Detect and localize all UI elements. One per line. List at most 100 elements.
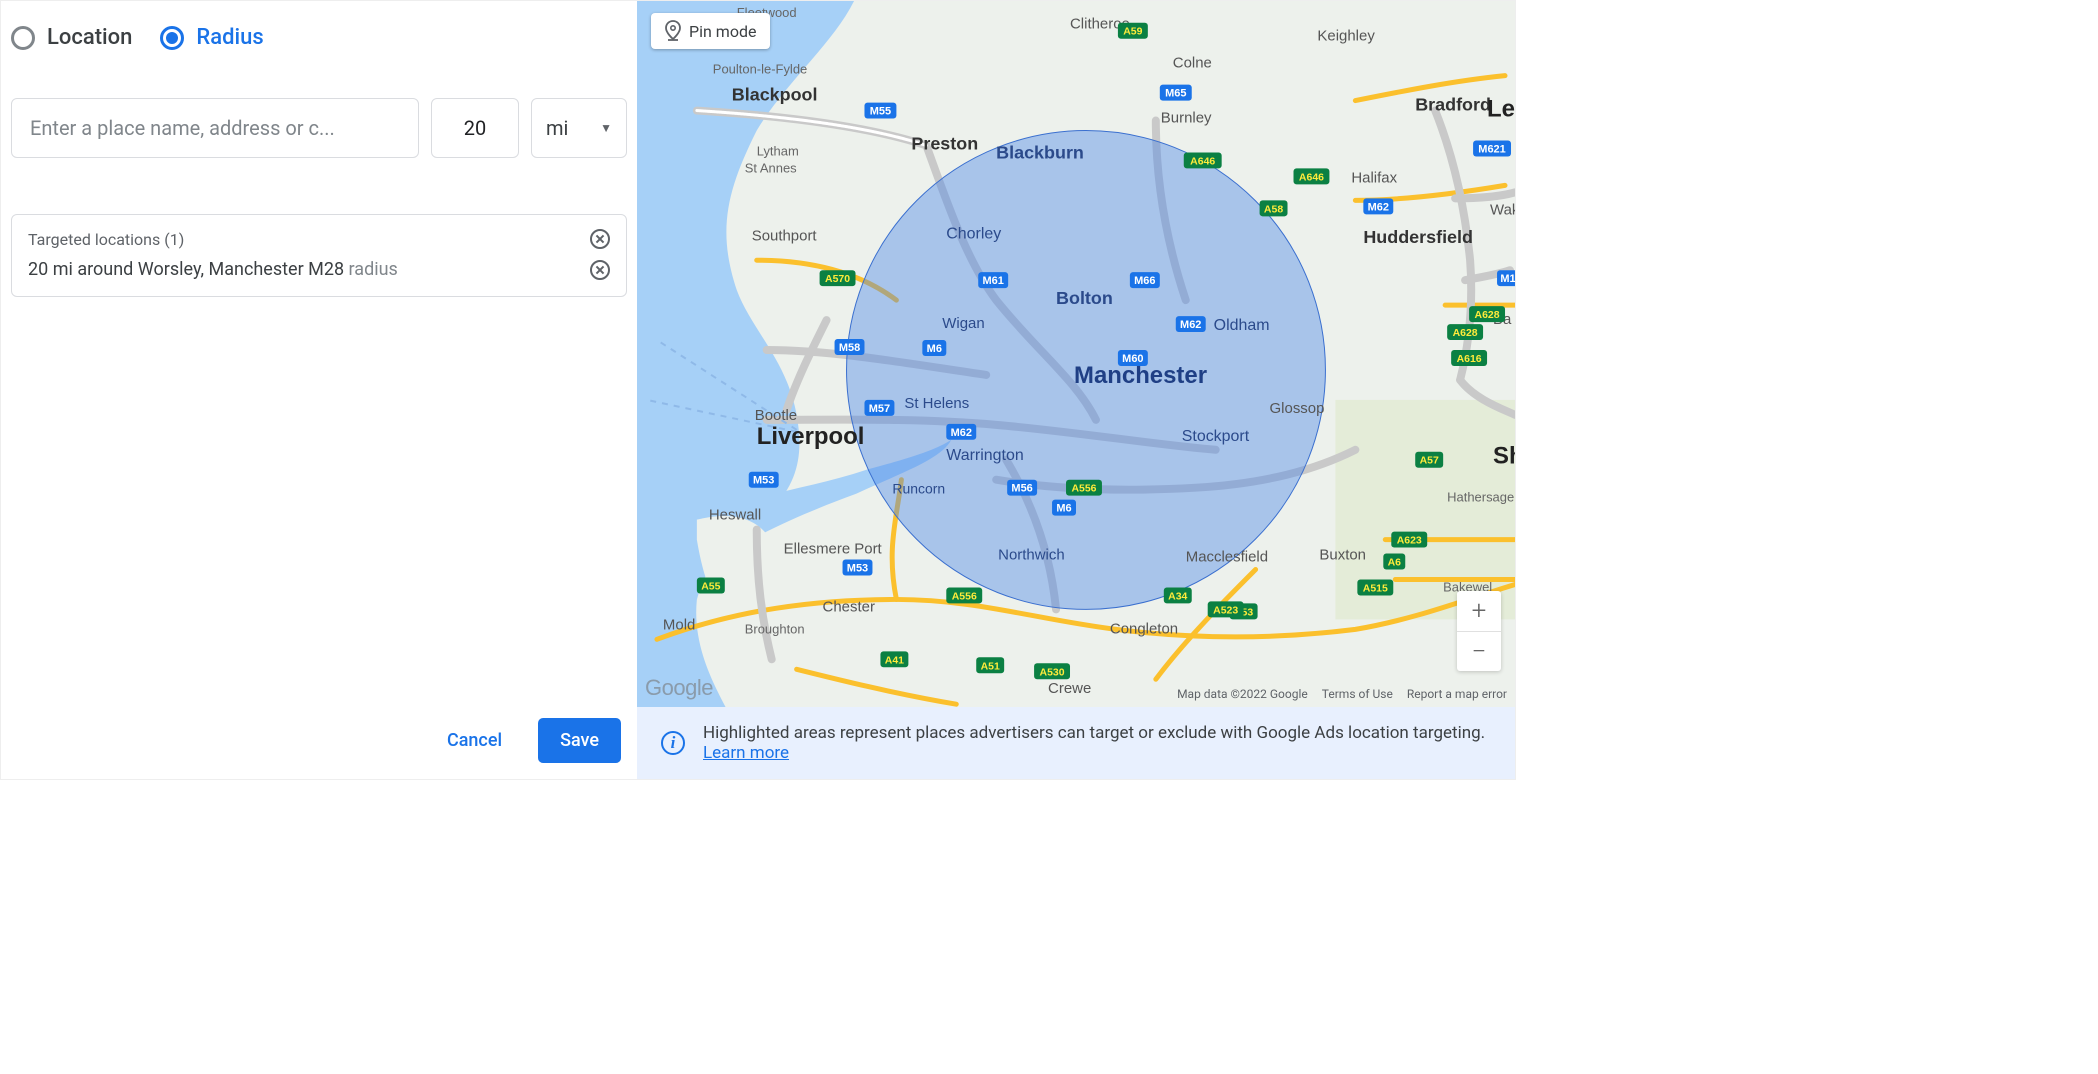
svg-text:M65: M65 — [1165, 88, 1186, 100]
map-attribution: Map data ©2022 Google Terms of Use Repor… — [1177, 687, 1507, 701]
svg-text:Buxton: Buxton — [1319, 547, 1366, 564]
svg-text:St Helens: St Helens — [904, 395, 969, 412]
svg-text:Blackburn: Blackburn — [996, 142, 1084, 162]
clear-all-icon[interactable] — [590, 229, 610, 249]
zoom-out-button[interactable]: − — [1457, 631, 1501, 671]
tab-location[interactable]: Location — [11, 25, 132, 50]
svg-text:Congleton: Congleton — [1110, 620, 1178, 637]
svg-text:Broughton: Broughton — [745, 621, 805, 636]
svg-text:Warrington: Warrington — [946, 447, 1023, 464]
svg-text:A616: A616 — [1457, 354, 1482, 365]
svg-text:Manchester: Manchester — [1074, 362, 1207, 389]
svg-text:Sh: Sh — [1493, 443, 1515, 470]
targeted-item-row: 20 mi around Worsley, Manchester M28 rad… — [28, 259, 610, 280]
svg-text:Crewe: Crewe — [1048, 680, 1091, 697]
map-data-label: Map data ©2022 Google — [1177, 687, 1308, 701]
svg-text:M62: M62 — [1180, 319, 1201, 331]
report-link[interactable]: Report a map error — [1407, 687, 1507, 701]
svg-text:A51: A51 — [981, 661, 1000, 672]
svg-text:Chester: Chester — [823, 598, 875, 615]
place-input[interactable]: Enter a place name, address or c... — [11, 98, 419, 158]
radius-value-input[interactable]: 20 — [431, 98, 519, 158]
svg-text:Colne: Colne — [1173, 55, 1212, 72]
svg-text:M62: M62 — [951, 427, 972, 439]
pin-mode-label: Pin mode — [689, 22, 756, 41]
svg-text:Oldham: Oldham — [1214, 317, 1270, 334]
svg-text:Runcorn: Runcorn — [892, 481, 945, 497]
svg-text:Burnley: Burnley — [1161, 110, 1212, 127]
pin-mode-button[interactable]: Pin mode — [651, 13, 770, 49]
radius-unit-select[interactable]: mi ▼ — [531, 98, 627, 158]
svg-text:Glossop: Glossop — [1270, 400, 1325, 417]
google-logo: Google — [645, 675, 713, 701]
svg-text:Halifax: Halifax — [1351, 169, 1397, 186]
svg-text:Huddersfield: Huddersfield — [1363, 227, 1473, 247]
tab-radius[interactable]: Radius — [160, 25, 263, 50]
target-mode-tabs: Location Radius — [11, 25, 627, 50]
svg-text:M61: M61 — [983, 275, 1004, 287]
svg-text:M1: M1 — [1500, 273, 1515, 285]
svg-text:Southport: Southport — [752, 227, 818, 244]
svg-text:A515: A515 — [1363, 583, 1388, 594]
svg-text:Lytham: Lytham — [757, 143, 799, 158]
zoom-controls: + − — [1457, 591, 1501, 671]
svg-text:M66: M66 — [1134, 275, 1155, 287]
svg-text:Chorley: Chorley — [946, 225, 1001, 242]
save-button[interactable]: Save — [538, 718, 621, 763]
unit-label: mi — [546, 116, 568, 140]
svg-text:A55: A55 — [701, 581, 720, 592]
targeted-locations-box: Targeted locations (1) 20 mi around Wors… — [11, 214, 627, 297]
chevron-down-icon: ▼ — [600, 121, 612, 135]
svg-text:Blackpool: Blackpool — [732, 85, 818, 105]
svg-text:A556: A556 — [1071, 484, 1096, 495]
cancel-button[interactable]: Cancel — [435, 720, 514, 761]
remove-item-icon[interactable] — [590, 260, 610, 280]
targeted-item-main: 20 mi around Worsley, Manchester M28 — [28, 259, 344, 280]
zoom-in-button[interactable]: + — [1457, 591, 1501, 631]
svg-text:M58: M58 — [839, 342, 860, 354]
info-icon: i — [661, 731, 685, 755]
svg-text:M55: M55 — [870, 106, 891, 118]
map-panel: Fleetwood Thornton Poulton-le-Fylde Blac… — [637, 1, 1515, 779]
svg-text:Ellesmere Port: Ellesmere Port — [784, 541, 883, 558]
svg-text:Mold: Mold — [663, 616, 695, 633]
left-panel: Location Radius Enter a place name, addr… — [1, 1, 637, 779]
svg-text:Heswall: Heswall — [709, 507, 761, 524]
svg-text:A556: A556 — [952, 591, 977, 602]
svg-text:Preston: Preston — [911, 133, 978, 153]
learn-more-link[interactable]: Learn more — [703, 743, 789, 763]
svg-text:A59: A59 — [1123, 27, 1142, 38]
svg-text:M60: M60 — [1122, 353, 1143, 365]
terms-link[interactable]: Terms of Use — [1322, 687, 1393, 701]
targeted-header-row: Targeted locations (1) — [28, 229, 610, 249]
map-canvas[interactable]: Fleetwood Thornton Poulton-le-Fylde Blac… — [637, 1, 1515, 707]
svg-text:Leed: Leed — [1487, 96, 1515, 123]
svg-text:A41: A41 — [885, 655, 904, 666]
svg-text:M6: M6 — [927, 343, 942, 355]
svg-text:Northwich: Northwich — [998, 547, 1064, 564]
svg-text:St Annes: St Annes — [745, 160, 797, 175]
app-root: Location Radius Enter a place name, addr… — [0, 0, 1516, 780]
svg-text:Liverpool: Liverpool — [757, 423, 865, 450]
svg-text:M56: M56 — [1011, 483, 1032, 495]
svg-text:M621: M621 — [1478, 143, 1505, 155]
actions-row: Cancel Save — [11, 718, 627, 763]
svg-text:Wake: Wake — [1490, 201, 1515, 218]
svg-text:Keighley: Keighley — [1317, 28, 1375, 45]
svg-text:Bradford: Bradford — [1415, 95, 1491, 115]
svg-text:Hathersage: Hathersage — [1447, 490, 1514, 505]
svg-text:A646: A646 — [1190, 156, 1215, 167]
svg-text:A623: A623 — [1397, 536, 1422, 547]
radius-inputs-row: Enter a place name, address or c... 20 m… — [11, 98, 627, 158]
svg-text:A628: A628 — [1453, 328, 1478, 339]
pin-icon — [665, 21, 681, 41]
svg-text:M62: M62 — [1368, 201, 1389, 213]
info-text: Highlighted areas represent places adver… — [703, 723, 1485, 743]
targeted-header-label: Targeted locations (1) — [28, 230, 184, 249]
info-bar: i Highlighted areas represent places adv… — [637, 707, 1515, 779]
targeted-item-suffix: radius — [344, 259, 398, 280]
svg-text:A646: A646 — [1299, 172, 1324, 183]
svg-text:Stockport: Stockport — [1182, 428, 1250, 445]
tab-location-label: Location — [47, 25, 132, 50]
svg-text:Macclesfield: Macclesfield — [1186, 549, 1268, 566]
